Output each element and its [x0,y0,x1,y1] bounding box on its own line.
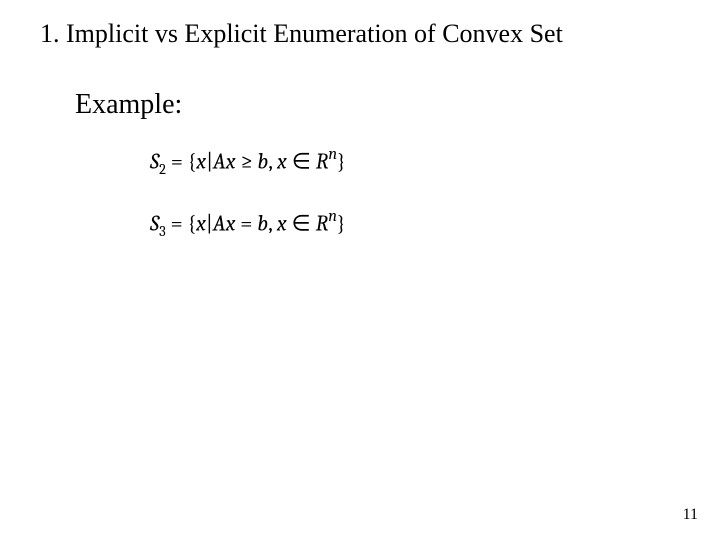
superscript-n: n [328,207,337,226]
formula-s2: S2 = {x|Ax ≥ b, x ∈ Rn} [150,146,346,178]
set-R: R [316,148,329,174]
var-x: x [196,148,206,174]
such-that-bar: | [206,210,213,236]
var-Ax: Ax [213,210,236,236]
element-of: ∈ [287,210,316,236]
eq-sign: = [235,210,257,236]
var-x2: x [277,210,287,236]
subscript-3: 3 [159,223,166,240]
var-S: S [150,210,159,236]
element-of: ∈ [287,148,316,174]
equals: = [166,210,188,236]
right-brace: } [337,210,346,236]
comma: , [268,210,277,236]
slide: 1. Implicit vs Explicit Enumeration of C… [0,0,720,540]
subscript-2: 2 [159,161,166,178]
set-R: R [316,210,329,236]
geq: ≥ [236,148,258,174]
page-number: 11 [683,506,698,524]
var-b: b [257,148,268,174]
var-x: x [196,210,206,236]
example-label: Example: [75,88,182,122]
var-b: b [257,210,268,236]
right-brace: } [337,148,346,174]
formula-s3: S3 = {x|Ax = b, x ∈ Rn} [150,208,346,240]
superscript-n: n [328,145,337,164]
section-heading: 1. Implicit vs Explicit Enumeration of C… [40,18,563,49]
left-brace: { [188,148,197,174]
var-x2: x [277,148,287,174]
var-S: S [150,148,159,174]
equals: = [166,148,188,174]
such-that-bar: | [206,148,213,174]
left-brace: { [188,210,197,236]
var-Ax: Ax [213,148,236,174]
comma: , [268,148,277,174]
